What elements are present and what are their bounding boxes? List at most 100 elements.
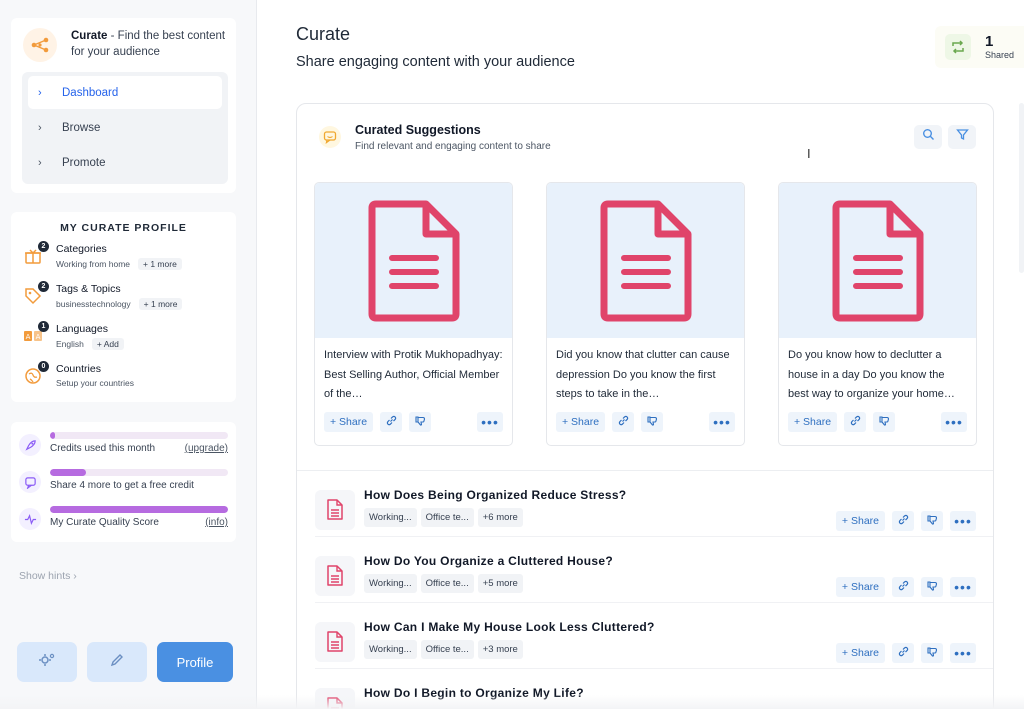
more-tags-chip[interactable]: +3 more [477,640,523,659]
dislike-button[interactable] [921,511,943,531]
copy-link-button[interactable] [612,412,635,432]
ellipsis-icon: ••• [713,414,731,430]
share-button[interactable]: + Share [324,412,374,432]
copy-link-button[interactable] [892,577,914,597]
pulse-icon [19,508,41,530]
more-chip[interactable]: + 1 more [138,258,182,270]
show-hints-link[interactable]: Show hints › [19,570,77,582]
upgrade-link[interactable]: (upgrade) [185,443,228,454]
ellipsis-icon: ••• [945,414,963,430]
copy-link-button[interactable] [844,412,867,432]
more-options-button[interactable]: ••• [709,412,735,432]
document-icon [547,183,744,338]
sidebar: Curate - Find the best content for your … [0,0,257,709]
profile-row-languages[interactable]: AA 1 Languages English + Add [11,321,236,362]
copy-link-button[interactable] [380,412,403,432]
settings-button[interactable] [17,642,77,682]
link-icon [898,644,909,662]
share-button[interactable]: + Share [835,643,885,663]
more-chip[interactable]: + 1 more [138,298,183,310]
more-tags-chip[interactable]: +5 more [477,574,523,593]
dislike-button[interactable] [921,577,943,597]
scrollbar[interactable] [1019,103,1024,273]
profile-row-label: Languages [56,323,108,335]
nav-item-label: Browse [62,121,101,134]
suggestion-card[interactable]: Did you know that clutter can cause depr… [546,182,745,446]
quality-score-progress [50,506,228,513]
thumbs-down-icon [926,512,938,530]
search-icon [922,128,935,146]
nav-item-browse[interactable]: › Browse [28,111,222,144]
list-item[interactable]: How Can I Make My House Look Less Clutte… [297,603,993,669]
panel-header: Curated Suggestions Find relevant and en… [297,104,993,164]
link-icon [386,413,397,431]
add-chip[interactable]: + Add [91,338,124,350]
svg-text:A: A [36,333,41,341]
profile-row-value: businesstechnology [56,299,131,309]
document-icon [779,183,976,338]
dislike-button[interactable] [409,412,432,432]
more-options-button[interactable]: ••• [950,511,976,531]
profile-row-value: English [56,339,84,349]
list-item[interactable]: How Do You Organize a Cluttered House? W… [297,537,993,603]
brand-text: Curate - Find the best content for your … [71,28,226,60]
page-title: Curate [296,24,351,44]
filter-button[interactable] [948,125,976,149]
dislike-button[interactable] [873,412,896,432]
credits-card: Credits used this month (upgrade) Share 4… [11,422,236,542]
share-button[interactable]: + Share [556,412,606,432]
show-hints-label: Show hints [19,570,71,582]
sidebar-actions: Profile [17,642,233,682]
page-subtitle: Share engaging content with your audienc… [296,54,575,70]
more-options-button[interactable]: ••• [477,412,503,432]
share-button[interactable]: + Share [788,412,838,432]
bottom-fade [0,695,1024,709]
suggestion-card[interactable]: Interview with Protik Mukhopadhyay: Best… [314,182,513,446]
profile-row-countries[interactable]: 0 Countries Setup your countries [11,361,236,402]
quality-score-row: My Curate Quality Score (info) [11,506,236,543]
tag-chip: Office te... [420,640,474,659]
thumbs-down-icon [926,644,938,662]
credits-progress [50,432,56,439]
chevron-right-icon: › [73,570,77,582]
thumbs-down-icon [415,413,426,431]
more-options-button[interactable]: ••• [941,412,967,432]
main-content: Curate Share engaging content with your … [257,0,1024,709]
nav-item-promote[interactable]: › Promote [28,146,222,179]
nav-item-dashboard[interactable]: › Dashboard [28,76,222,109]
thumbs-down-icon [926,578,938,596]
profile-row-value: Setup your countries [56,378,134,388]
share-button[interactable]: + Share [835,511,885,531]
edit-button[interactable] [87,642,147,682]
profile-row-tags[interactable]: 2 Tags & Topics businesstechnology + 1 mo… [11,281,236,322]
ellipsis-icon: ••• [481,414,499,430]
count-badge: 0 [38,361,49,372]
profile-card: MY CURATE PROFILE 2 Categories Working f… [11,212,236,402]
copy-link-button[interactable] [892,511,914,531]
suggestion-card[interactable]: Do you know how to declutter a house in … [778,182,977,446]
copy-link-button[interactable] [892,643,914,663]
credits-label: Credits used this month [50,443,156,454]
profile-button[interactable]: Profile [157,642,233,682]
search-button[interactable] [914,125,942,149]
shared-label: Shared [985,50,1015,60]
tag-chip: Working... [364,640,417,659]
more-options-button[interactable]: ••• [950,643,976,663]
list-item[interactable]: How Does Being Organized Reduce Stress? … [297,471,993,537]
dislike-button[interactable] [641,412,664,432]
tag-icon: 2 [22,281,49,307]
thumbs-down-icon [647,413,658,431]
info-link[interactable]: (info) [205,517,228,528]
more-tags-chip[interactable]: +6 more [477,508,523,527]
nav-item-label: Promote [62,156,106,169]
link-icon [618,413,629,431]
suggestions-panel: Curated Suggestions Find relevant and en… [296,103,994,709]
tag-chip: Working... [364,508,417,527]
link-icon [850,413,861,431]
profile-row-categories[interactable]: 2 Categories Working from home + 1 more [11,241,236,282]
share-button[interactable]: + Share [835,577,885,597]
more-options-button[interactable]: ••• [950,577,976,597]
brand-card: Curate - Find the best content for your … [11,18,236,193]
nav-item-label: Dashboard [62,86,119,99]
dislike-button[interactable] [921,643,943,663]
